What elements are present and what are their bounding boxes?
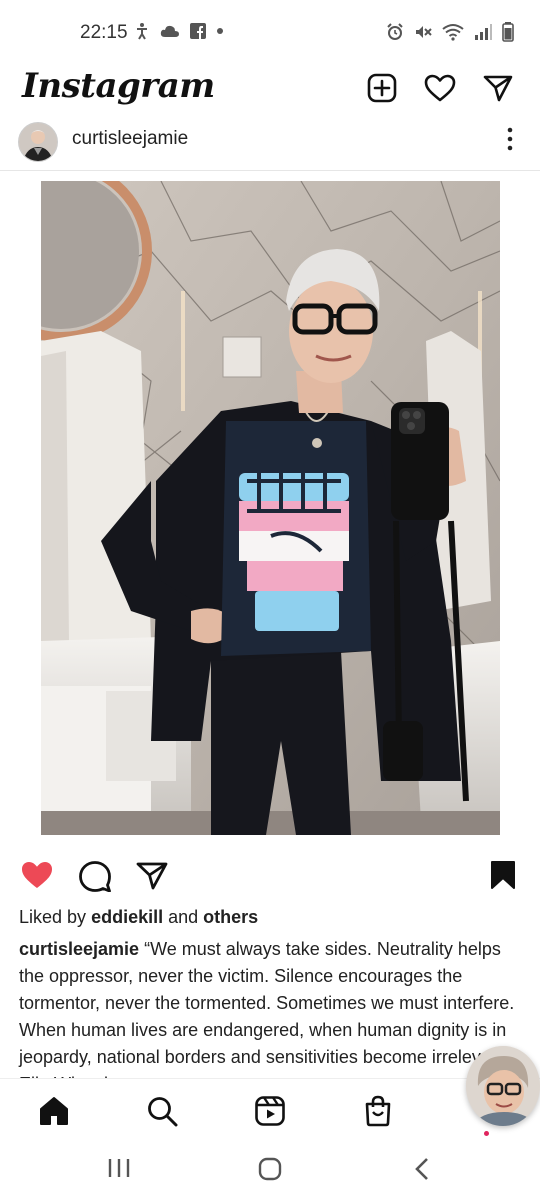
post-header: curtisleejamie	[0, 118, 540, 171]
direct-messages-button[interactable]	[482, 72, 514, 104]
heart-icon	[424, 74, 456, 102]
profile-bubble[interactable]	[466, 1046, 540, 1126]
share-button[interactable]	[136, 861, 168, 896]
direct-message-icon	[483, 75, 513, 102]
battery-icon	[502, 22, 514, 42]
save-button[interactable]	[490, 860, 516, 895]
post-caption: curtisleejamie “We must always take side…	[19, 936, 524, 1098]
cloud-icon	[160, 25, 179, 37]
wifi-icon	[442, 24, 464, 41]
facebook-icon	[190, 23, 206, 39]
nav-reels[interactable]	[250, 1091, 290, 1131]
bottom-navigation	[0, 1078, 540, 1141]
post-photo[interactable]	[41, 181, 500, 835]
mute-icon	[416, 26, 432, 38]
home-system-button[interactable]	[257, 1156, 283, 1187]
status-time: 22:15	[80, 22, 128, 43]
back-button[interactable]	[410, 1156, 434, 1187]
nav-shop[interactable]	[358, 1091, 398, 1131]
profile-icon	[466, 1046, 540, 1126]
header-actions	[366, 72, 514, 104]
system-navigation-bar	[0, 1140, 540, 1200]
alarm-icon	[387, 23, 403, 40]
recent-apps-button[interactable]	[106, 1156, 132, 1185]
status-bar: 22:15	[0, 0, 540, 64]
search-icon	[148, 1097, 178, 1127]
reels-icon	[255, 1096, 285, 1126]
dot-icon	[217, 28, 223, 34]
recent-apps-icon	[108, 1159, 130, 1177]
post-image	[41, 181, 500, 835]
avatar-image	[19, 123, 57, 161]
new-post-icon	[367, 73, 397, 103]
status-notification-icons	[134, 22, 224, 40]
like-button[interactable]	[20, 860, 54, 895]
bookmark-filled-icon	[491, 861, 515, 889]
back-chevron-icon	[415, 1158, 428, 1180]
share-icon	[136, 862, 168, 890]
accessibility-icon	[137, 23, 147, 40]
more-vertical-icon	[507, 127, 513, 151]
nav-home[interactable]	[34, 1091, 74, 1131]
liked-by-and: and	[168, 907, 199, 927]
comment-icon	[79, 861, 111, 893]
likes-summary[interactable]: Liked by eddiekill and others	[19, 907, 258, 928]
post-actions	[0, 852, 540, 900]
app-header: Instagram	[0, 64, 540, 120]
home-icon	[40, 1097, 68, 1125]
post-author-username[interactable]: curtisleejamie	[72, 128, 188, 150]
nav-search[interactable]	[142, 1091, 182, 1131]
status-system-icons	[386, 22, 514, 42]
author-avatar[interactable]	[18, 122, 58, 162]
instagram-logo[interactable]: Instagram	[22, 66, 215, 106]
liked-by-prefix: Liked by	[19, 907, 87, 927]
activity-button[interactable]	[424, 72, 456, 104]
liked-by-user[interactable]: eddiekill	[91, 907, 163, 927]
notification-dot	[484, 1131, 489, 1136]
caption-text: “We must always take sides. Neutrality h…	[19, 939, 517, 1094]
new-post-button[interactable]	[366, 72, 398, 104]
shop-icon	[365, 1095, 391, 1127]
trans-fist-graphic	[239, 471, 349, 631]
home-circle-icon	[258, 1157, 282, 1181]
signal-icon	[475, 24, 492, 40]
post-options-button[interactable]	[498, 124, 522, 154]
comment-button[interactable]	[78, 860, 112, 897]
caption-username[interactable]: curtisleejamie	[19, 939, 139, 959]
like-filled-icon	[22, 862, 52, 888]
liked-by-others[interactable]: others	[203, 907, 258, 927]
